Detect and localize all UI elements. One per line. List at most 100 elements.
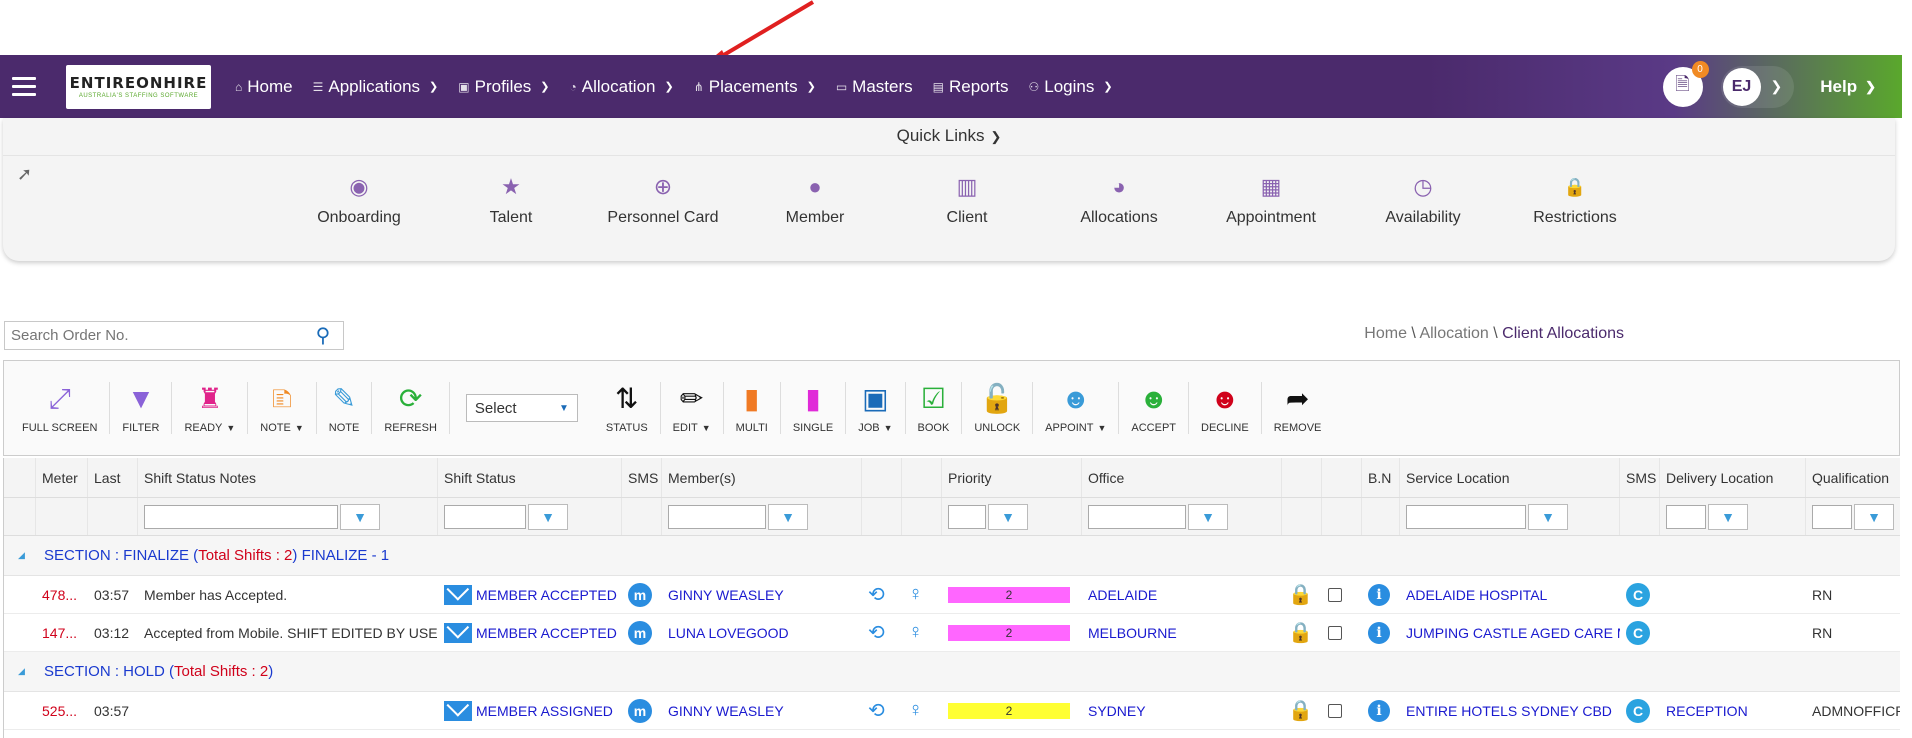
row-checkbox[interactable] bbox=[1328, 587, 1342, 602]
lock-cell[interactable]: 🔒 bbox=[1282, 614, 1322, 651]
section-finalize[interactable]: ◢ SECTION : FINALIZE (Total Shifts : 2) … bbox=[4, 536, 1900, 576]
filter-icon[interactable]: ▼ bbox=[1854, 503, 1894, 530]
member-cell[interactable]: GINNY WEASLEY bbox=[662, 692, 862, 729]
filter-icon[interactable]: ▼ bbox=[768, 503, 808, 530]
quick-link-appointment[interactable]: ▦ Appointment bbox=[1195, 173, 1347, 227]
search-order-input[interactable] bbox=[5, 322, 303, 349]
filter-icon[interactable]: ▼ bbox=[1528, 503, 1568, 530]
sms2-cell[interactable]: C bbox=[1620, 614, 1660, 651]
info-cell[interactable]: i bbox=[1362, 692, 1400, 729]
header-last[interactable]: Last bbox=[88, 458, 138, 497]
quick-links-toggle[interactable]: Quick Links ❯ bbox=[3, 126, 1895, 146]
quick-link-personnel-card[interactable]: ⊕ Personnel Card bbox=[587, 173, 739, 227]
nav-applications[interactable]: ☰ Applications ❯ bbox=[313, 77, 439, 97]
header-sms-2[interactable]: SMS bbox=[1620, 458, 1660, 497]
sms-cell[interactable]: m bbox=[622, 614, 662, 651]
decline-button[interactable]: ☻ DECLINE bbox=[1189, 373, 1261, 443]
nav-allocation[interactable]: ◔ Allocation ❯ bbox=[570, 77, 674, 97]
header-sms[interactable]: SMS bbox=[622, 458, 662, 497]
office-cell[interactable]: MELBOURNE bbox=[1082, 614, 1282, 651]
row-checkbox[interactable] bbox=[1328, 703, 1342, 718]
info-cell[interactable]: i bbox=[1362, 614, 1400, 651]
filter-icon[interactable]: ▼ bbox=[1188, 503, 1228, 530]
history-cell[interactable]: ⟲ bbox=[862, 576, 902, 613]
unpin-icon[interactable]: ➚ bbox=[17, 164, 32, 185]
ready-button[interactable]: ♜ READY ▼ bbox=[172, 373, 247, 443]
nav-masters[interactable]: ▭ Masters bbox=[836, 77, 913, 97]
quick-link-restrictions[interactable]: 🔒 Restrictions bbox=[1499, 173, 1651, 227]
nav-reports[interactable]: ▤ Reports bbox=[933, 77, 1009, 97]
lock-cell[interactable]: 🔒 bbox=[1282, 692, 1322, 729]
section-hold[interactable]: ◢ SECTION : HOLD (Total Shifts : 2) bbox=[4, 652, 1900, 692]
members-filter-input[interactable] bbox=[668, 504, 766, 529]
filter-button[interactable]: ▼ FILTER bbox=[110, 373, 171, 443]
office-cell[interactable]: SYDNEY bbox=[1082, 692, 1282, 729]
header-shift-status-notes[interactable]: Shift Status Notes bbox=[138, 458, 438, 497]
remove-button[interactable]: ➦ REMOVE bbox=[1262, 373, 1334, 443]
status-cell[interactable]: MEMBER ACCEPTED bbox=[438, 576, 622, 613]
header-meter[interactable]: Meter bbox=[36, 458, 88, 497]
breadcrumb-allocation[interactable]: Allocation bbox=[1419, 325, 1488, 342]
nav-logins[interactable]: ⚇ Logins ❯ bbox=[1029, 77, 1113, 97]
filter-icon[interactable]: ▼ bbox=[340, 503, 380, 530]
quick-link-client[interactable]: ▥ Client bbox=[891, 173, 1043, 227]
nav-profiles[interactable]: ▣ Profiles ❯ bbox=[458, 77, 549, 97]
filter-icon[interactable]: ▼ bbox=[988, 503, 1028, 530]
header-shift-status[interactable]: Shift Status bbox=[438, 458, 622, 497]
service-location-cell[interactable]: ENTIRE HOTELS SYDNEY CBD bbox=[1400, 692, 1620, 729]
member-cell[interactable]: GINNY WEASLEY bbox=[662, 576, 862, 613]
edit-button[interactable]: ✏ EDIT ▼ bbox=[661, 373, 723, 443]
quick-link-talent[interactable]: ★ Talent bbox=[435, 173, 587, 227]
header-priority[interactable]: Priority bbox=[942, 458, 1082, 497]
lock-cell[interactable]: 🔒 bbox=[1282, 576, 1322, 613]
status-cell[interactable]: MEMBER ASSIGNED bbox=[438, 692, 622, 729]
refresh-button[interactable]: ⟳ REFRESH bbox=[372, 373, 449, 443]
header-qualification[interactable]: Qualification bbox=[1806, 458, 1900, 497]
info-cell[interactable]: i bbox=[1362, 576, 1400, 613]
qualification-filter-input[interactable] bbox=[1812, 504, 1852, 529]
book-button[interactable]: ☑ BOOK bbox=[906, 373, 962, 443]
office-filter-input[interactable] bbox=[1088, 504, 1186, 529]
history-cell[interactable]: ⟲ bbox=[862, 614, 902, 651]
nav-placements[interactable]: ⋔ Placements ❯ bbox=[694, 77, 816, 97]
table-row[interactable]: 525... 03:57 MEMBER ASSIGNED m GINNY WEA… bbox=[4, 692, 1900, 730]
filter-icon[interactable]: ▼ bbox=[1708, 503, 1748, 530]
document-notifications-button[interactable]: 🗎 0 bbox=[1662, 60, 1709, 107]
select-cell[interactable] bbox=[1322, 576, 1362, 613]
quick-link-onboarding[interactable]: ◉ Onboarding bbox=[283, 173, 435, 227]
status-cell[interactable]: MEMBER ACCEPTED bbox=[438, 614, 622, 651]
service-filter-input[interactable] bbox=[1406, 504, 1526, 529]
header-delivery-location[interactable]: Delivery Location bbox=[1660, 458, 1806, 497]
single-button[interactable]: ▮ SINGLE bbox=[781, 373, 845, 443]
header-office[interactable]: Office bbox=[1082, 458, 1282, 497]
priority-filter-input[interactable] bbox=[948, 504, 986, 529]
quick-link-availability[interactable]: ◷ Availability bbox=[1347, 173, 1499, 227]
breadcrumb-home[interactable]: Home bbox=[1364, 325, 1407, 342]
delivery-location-cell[interactable] bbox=[1660, 576, 1806, 613]
multi-button[interactable]: ▮ MULTI bbox=[724, 373, 780, 443]
accept-button[interactable]: ☻ ACCEPT bbox=[1119, 373, 1188, 443]
sms-cell[interactable]: m bbox=[622, 692, 662, 729]
unlock-button[interactable]: 🔓 UNLOCK bbox=[962, 373, 1032, 443]
collapse-triangle-icon[interactable]: ◢ bbox=[18, 550, 25, 561]
sms2-cell[interactable]: C bbox=[1620, 692, 1660, 729]
note-dropdown-button[interactable]: 🗈 NOTE ▼ bbox=[248, 373, 315, 443]
delivery-location-cell[interactable]: RECEPTION bbox=[1660, 692, 1806, 729]
header-bn[interactable]: B.N bbox=[1362, 458, 1400, 497]
note-button[interactable]: ✎ NOTE bbox=[317, 373, 372, 443]
collapse-triangle-icon[interactable]: ◢ bbox=[18, 666, 25, 677]
appoint-button[interactable]: ☻ APPOINT ▼ bbox=[1033, 373, 1118, 443]
nav-home[interactable]: ⌂ Home bbox=[235, 77, 293, 97]
quick-link-member[interactable]: ● Member bbox=[739, 173, 891, 227]
member-cell[interactable]: LUNA LOVEGOOD bbox=[662, 614, 862, 651]
quick-link-allocations[interactable]: ◕ Allocations bbox=[1043, 173, 1195, 227]
history-cell[interactable]: ⟲ bbox=[862, 692, 902, 729]
hamburger-menu-icon[interactable] bbox=[0, 55, 48, 118]
service-location-cell[interactable]: JUMPING CASTLE AGED CARE M... bbox=[1400, 614, 1620, 651]
sms-cell[interactable]: m bbox=[622, 576, 662, 613]
delivery-filter-input[interactable] bbox=[1666, 504, 1706, 529]
header-service-location[interactable]: Service Location bbox=[1400, 458, 1620, 497]
full-screen-button[interactable]: ⤢ FULL SCREEN bbox=[10, 373, 109, 443]
search-icon[interactable]: ⚲ bbox=[303, 323, 343, 348]
notes-filter-input[interactable] bbox=[144, 504, 338, 529]
